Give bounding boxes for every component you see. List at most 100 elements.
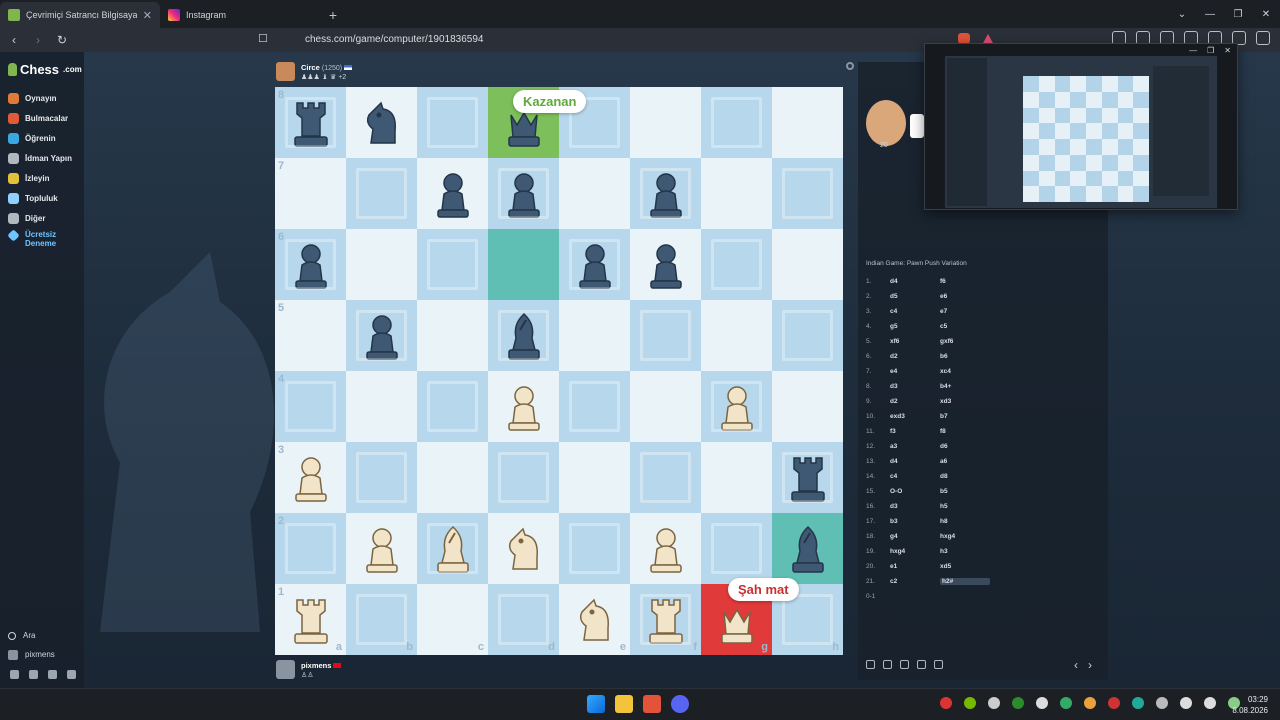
black-move[interactable]: xd3 [940, 398, 990, 405]
black-bishop-icon[interactable] [499, 308, 549, 364]
user-name[interactable]: pixmens [301, 661, 331, 670]
white-pawn-icon[interactable] [357, 521, 407, 577]
white-move[interactable]: g5 [890, 323, 940, 330]
black-move[interactable]: b5 [940, 488, 990, 495]
board-square-b2[interactable] [346, 513, 417, 584]
sidebar-item-train[interactable]: İdman Yapın [8, 148, 84, 168]
board-square-b7[interactable] [346, 158, 417, 229]
black-move[interactable]: c5 [940, 323, 990, 330]
board-square-a6[interactable]: 6 [275, 229, 346, 300]
white-move[interactable]: c4 [890, 308, 940, 315]
board-square-g8[interactable] [701, 87, 772, 158]
tray-app-icon[interactable] [940, 697, 952, 709]
board-square-f5[interactable] [630, 300, 701, 371]
coach-avatar[interactable] [866, 100, 906, 146]
tray-app-icon[interactable] [1084, 697, 1096, 709]
user-avatar[interactable] [276, 660, 295, 679]
board-square-h5[interactable] [772, 300, 843, 371]
white-rook-icon[interactable] [286, 592, 336, 648]
white-move[interactable]: a3 [890, 443, 940, 450]
board-square-c8[interactable] [417, 87, 488, 158]
black-move[interactable]: a6 [940, 458, 990, 465]
black-pawn-icon[interactable] [357, 308, 407, 364]
tab-instagram[interactable]: Instagram [160, 2, 320, 28]
board-square-f3[interactable] [630, 442, 701, 513]
black-move[interactable]: gxf6 [940, 338, 990, 345]
board-square-a1[interactable]: 1a [275, 584, 346, 655]
white-move[interactable]: d4 [890, 278, 940, 285]
board-square-f8[interactable] [630, 87, 701, 158]
board-square-a4[interactable]: 4 [275, 371, 346, 442]
black-move[interactable]: h3 [940, 548, 990, 555]
white-move[interactable]: O-O [890, 488, 940, 495]
windows-start-icon[interactable] [587, 695, 605, 713]
black-move[interactable]: e7 [940, 308, 990, 315]
black-pawn-icon[interactable] [641, 166, 691, 222]
board-square-d2[interactable] [488, 513, 559, 584]
black-move[interactable]: h5 [940, 503, 990, 510]
volume-icon[interactable] [1204, 697, 1216, 709]
board-square-f7[interactable] [630, 158, 701, 229]
black-move[interactable]: f8 [940, 428, 990, 435]
black-move[interactable]: xc4 [940, 368, 990, 375]
discord-icon[interactable] [671, 695, 689, 713]
sidebar-search[interactable]: Ara [8, 626, 84, 645]
chess-logo[interactable]: Chess .com [8, 62, 82, 77]
sidebar-item-puzzles[interactable]: Bulmacalar [8, 108, 84, 128]
board-square-e1[interactable]: e [559, 584, 630, 655]
white-move[interactable]: e4 [890, 368, 940, 375]
board-square-c1[interactable]: c [417, 584, 488, 655]
board-square-g3[interactable] [701, 442, 772, 513]
reload-button[interactable]: ↻ [52, 30, 72, 50]
board-square-d3[interactable] [488, 442, 559, 513]
previous-move-button[interactable]: ‹ [1074, 658, 1078, 672]
board-square-c6[interactable] [417, 229, 488, 300]
black-pawn-icon[interactable] [499, 166, 549, 222]
board-square-e5[interactable] [559, 300, 630, 371]
white-move[interactable]: c2 [890, 578, 940, 585]
nvidia-icon[interactable] [964, 697, 976, 709]
board-square-f1[interactable]: f [630, 584, 701, 655]
taskbar-clock[interactable]: 03:29 8.08.2026 [1232, 694, 1268, 716]
pip-minimize-button[interactable]: — [1189, 46, 1197, 55]
opponent-name[interactable]: Circe [301, 63, 320, 72]
new-tab-button[interactable]: + [320, 2, 346, 28]
close-tab-icon[interactable]: ✕ [143, 9, 152, 22]
sidebar-item-more[interactable]: Diğer [8, 208, 84, 228]
black-knight-icon[interactable] [357, 95, 407, 151]
back-button[interactable]: ‹ [4, 30, 24, 50]
microphone-icon[interactable] [1156, 697, 1168, 709]
white-move[interactable]: d2 [890, 353, 940, 360]
board-square-d1[interactable]: d [488, 584, 559, 655]
black-rook-icon[interactable] [783, 450, 833, 506]
sidebar-user[interactable]: pixmens [8, 645, 84, 664]
board-square-b5[interactable] [346, 300, 417, 371]
black-move[interactable]: hxg4 [940, 533, 990, 540]
next-move-button[interactable]: › [1088, 658, 1092, 672]
white-move[interactable]: e1 [890, 563, 940, 570]
board-square-f2[interactable] [630, 513, 701, 584]
board-square-f4[interactable] [630, 371, 701, 442]
white-bishop-icon[interactable] [428, 521, 478, 577]
board-square-a8[interactable]: 8 [275, 87, 346, 158]
board-square-c7[interactable] [417, 158, 488, 229]
board-square-c3[interactable] [417, 442, 488, 513]
board-square-d6[interactable] [488, 229, 559, 300]
menu-icon[interactable] [1256, 31, 1270, 45]
board-square-g7[interactable] [701, 158, 772, 229]
board-square-b8[interactable] [346, 87, 417, 158]
black-move[interactable]: b7 [940, 413, 990, 420]
black-pawn-icon[interactable] [641, 237, 691, 293]
white-move[interactable]: g4 [890, 533, 940, 540]
board-square-h2[interactable] [772, 513, 843, 584]
sidebar-item-learn[interactable]: Öğrenin [8, 128, 84, 148]
white-move[interactable]: d2 [890, 398, 940, 405]
white-move[interactable]: d5 [890, 293, 940, 300]
maximize-button[interactable]: ❐ [1224, 0, 1252, 28]
black-move[interactable]: b4+ [940, 383, 990, 390]
file-explorer-icon[interactable] [615, 695, 633, 713]
black-move[interactable]: f6 [940, 278, 990, 285]
white-move[interactable]: d3 [890, 383, 940, 390]
board-settings-icon[interactable] [846, 62, 854, 70]
black-pawn-icon[interactable] [570, 237, 620, 293]
